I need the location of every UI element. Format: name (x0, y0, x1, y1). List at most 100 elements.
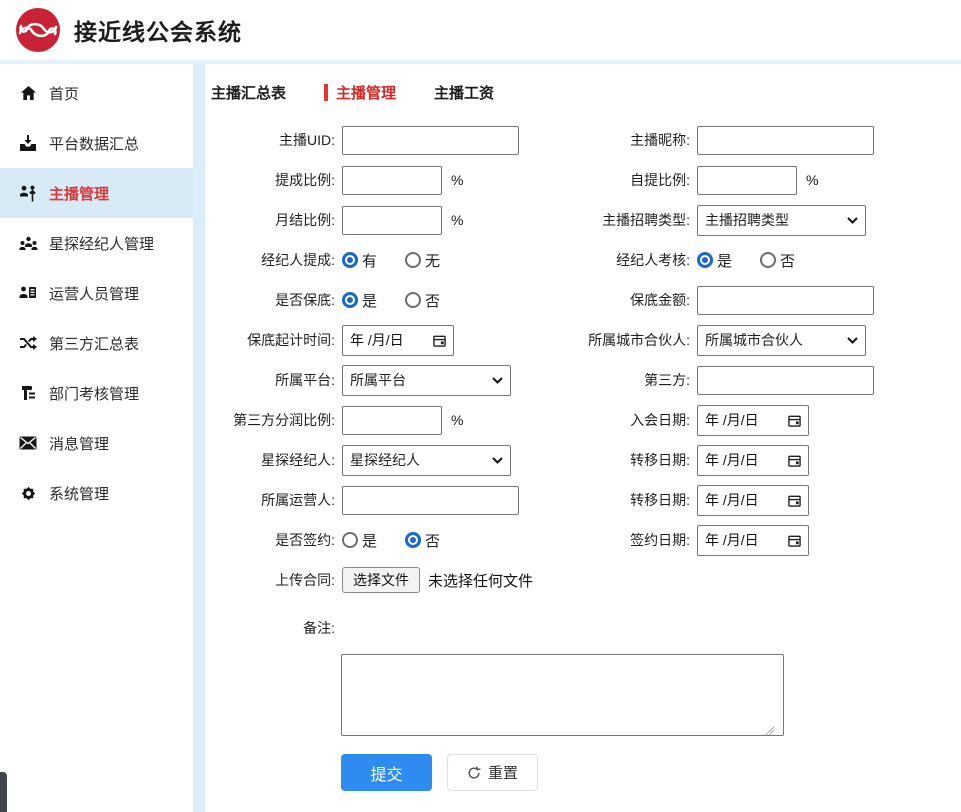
sidebar-item-anchor-manage[interactable]: 主播管理 (0, 168, 193, 218)
calendar-icon (788, 534, 801, 547)
file-status-text: 未选择任何文件 (428, 570, 533, 591)
field-label: 入会日期: (580, 410, 697, 430)
sidebar-item-message[interactable]: 消息管理 (0, 418, 193, 468)
field-label: 保底起计时间: (211, 330, 342, 350)
main-panel: 主播汇总表 主播管理 主播工资 主播UID: 提成比例: % (205, 64, 961, 812)
tab-anchor-summary[interactable]: 主播汇总表 (211, 82, 286, 103)
sidebar-item-department-assess[interactable]: 部门考核管理 (0, 368, 193, 418)
field-label: 星探经纪人: (211, 450, 342, 470)
agent-commission-yes-radio[interactable] (342, 252, 358, 268)
form-row: 备注: (211, 614, 776, 642)
tab-anchor-manage[interactable]: 主播管理 (324, 82, 396, 103)
calendar-icon (788, 494, 801, 507)
sidebar-item-operations-staff[interactable]: 运营人员管理 (0, 268, 193, 318)
third-party-input[interactable] (697, 366, 874, 395)
percent-suffix: % (806, 172, 818, 188)
anchor-manage-icon (18, 184, 38, 202)
system-icon (18, 484, 38, 502)
scout-agent-icon (18, 234, 38, 252)
field-label: 主播招聘类型: (580, 210, 697, 230)
anchor-uid-input[interactable] (342, 126, 519, 155)
signed-no-radio[interactable] (405, 532, 421, 548)
anchor-nickname-input[interactable] (697, 126, 874, 155)
field-label: 月结比例: (211, 210, 342, 230)
calendar-icon (433, 334, 446, 347)
join-date-input[interactable]: 年 /月/日 (697, 405, 809, 436)
form-row: 主播昵称: (580, 120, 925, 160)
guarantee-no-radio[interactable] (405, 292, 421, 308)
sidebar-item-system[interactable]: 系统管理 (0, 468, 193, 518)
field-label: 所属城市合伙人: (580, 330, 697, 350)
field-label: 转移日期: (580, 450, 697, 470)
scout-agent-select[interactable]: 星探经纪人 (342, 445, 511, 476)
sidebar-item-label: 消息管理 (49, 433, 109, 454)
refresh-icon (467, 766, 481, 780)
signed-yes-radio[interactable] (342, 532, 358, 548)
transfer-date-input-2[interactable]: 年 /月/日 (697, 485, 809, 516)
field-label: 经纪人考核: (580, 250, 697, 270)
remark-textarea[interactable] (341, 654, 784, 736)
operations-staff-icon (18, 284, 38, 302)
field-label: 转移日期: (580, 490, 697, 510)
field-label: 提成比例: (211, 170, 342, 190)
guarantee-yes-radio[interactable] (342, 292, 358, 308)
form-row: 转移日期: 年 /月/日 (580, 480, 925, 520)
sidebar-item-label: 首页 (49, 83, 79, 104)
field-label: 签约日期: (580, 530, 697, 550)
transfer-date-input-1[interactable]: 年 /月/日 (697, 445, 809, 476)
app-header: 接近线公会系统 (0, 0, 961, 60)
form-row: 主播招聘类型: 主播招聘类型 (580, 200, 925, 240)
tab-anchor-salary[interactable]: 主播工资 (434, 82, 494, 103)
agent-commission-no-radio[interactable] (405, 252, 421, 268)
field-label: 是否保底: (211, 290, 342, 310)
commission-ratio-input[interactable] (342, 166, 442, 195)
calendar-icon (788, 414, 801, 427)
field-label: 自提比例: (580, 170, 697, 190)
monthly-ratio-input[interactable] (342, 206, 442, 235)
submit-button[interactable]: 提交 (341, 754, 432, 791)
sidebar-item-label: 系统管理 (49, 483, 109, 504)
chevron-down-icon (492, 457, 503, 464)
sidebar-item-scout-agent[interactable]: 星探经纪人管理 (0, 218, 193, 268)
city-partner-select[interactable]: 所属城市合伙人 (697, 325, 866, 356)
sidebar-item-platform-data[interactable]: 平台数据汇总 (0, 118, 193, 168)
agent-assess-yes-radio[interactable] (697, 252, 713, 268)
sign-date-input[interactable]: 年 /月/日 (697, 525, 809, 556)
brand-logo-icon (14, 6, 62, 54)
field-label: 所属运营人: (211, 490, 342, 510)
field-label: 所属平台: (211, 370, 342, 390)
app-title: 接近线公会系统 (74, 13, 242, 47)
platform-select[interactable]: 所属平台 (342, 365, 511, 396)
home-icon (18, 84, 38, 102)
anchor-form: 主播UID: 提成比例: % 月结比例: % 经纪人提成: (205, 120, 961, 812)
recruit-type-select[interactable]: 主播招聘类型 (697, 205, 866, 236)
guarantee-start-date-input[interactable]: 年 /月/日 (342, 325, 454, 356)
sidebar-item-label: 部门考核管理 (49, 383, 139, 404)
sidebar-main-divider (193, 64, 205, 812)
form-row: 自提比例: % (580, 160, 925, 200)
percent-suffix: % (451, 212, 463, 228)
field-label: 经纪人提成: (211, 250, 342, 270)
active-tab-marker (324, 84, 328, 101)
agent-assess-no-radio[interactable] (760, 252, 776, 268)
chevron-down-icon (847, 337, 858, 344)
operator-input[interactable] (342, 486, 519, 515)
sidebar: 首页 平台数据汇总 主播管理 星探经纪人管理 (0, 64, 193, 812)
sidebar-item-label: 平台数据汇总 (49, 133, 139, 154)
sidebar-item-third-party[interactable]: 第三方汇总表 (0, 318, 193, 368)
sidebar-item-label: 运营人员管理 (49, 283, 139, 304)
sidebar-item-home[interactable]: 首页 (0, 68, 193, 118)
field-label: 是否签约: (211, 530, 342, 550)
guarantee-amount-input[interactable] (697, 286, 874, 315)
self-ratio-input[interactable] (697, 166, 797, 195)
chevron-down-icon (492, 377, 503, 384)
reset-button[interactable]: 重置 (447, 754, 538, 791)
third-party-icon (18, 334, 38, 352)
sidebar-item-label: 主播管理 (49, 183, 109, 204)
form-row: 第三方: (580, 360, 925, 400)
bottom-left-tooltip-fragment (0, 772, 7, 812)
field-label: 第三方: (580, 370, 697, 390)
field-label: 备注: (211, 618, 342, 638)
upload-contract-button[interactable]: 选择文件 (342, 567, 420, 593)
thirdparty-share-ratio-input[interactable] (342, 406, 442, 435)
